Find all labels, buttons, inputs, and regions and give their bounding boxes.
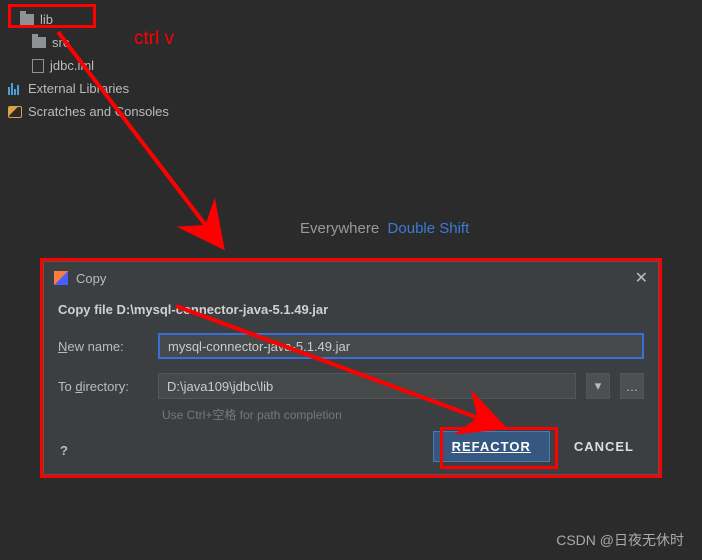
tree-label: src <box>52 35 69 50</box>
tree-item-external-libraries[interactable]: External Libraries <box>0 77 220 100</box>
annotation-ctrl-v: ctrl v <box>134 28 174 50</box>
folder-icon <box>32 37 46 48</box>
search-everywhere-hint: Everywhere Double Shift <box>300 220 469 237</box>
everywhere-label: Everywhere <box>300 220 379 237</box>
file-icon <box>32 59 44 73</box>
tree-label: jdbc.iml <box>50 58 94 73</box>
dialog-title: Copy <box>76 271 106 286</box>
dialog-heading: Copy file D:\mysql-connector-java-5.1.49… <box>44 294 658 329</box>
watermark: CSDN @日夜无休时 <box>556 530 684 550</box>
to-directory-label: To directory: <box>58 379 148 394</box>
to-directory-row: To directory: ▾ … <box>44 369 658 403</box>
tree-label: Scratches and Consoles <box>28 104 169 119</box>
new-name-input[interactable] <box>158 333 644 359</box>
directory-browse-button[interactable]: … <box>620 373 644 399</box>
to-directory-input[interactable] <box>158 373 576 399</box>
path-completion-hint: Use Ctrl+空格 for path completion <box>44 403 658 423</box>
tree-item-jdbc-iml[interactable]: jdbc.iml <box>0 54 220 77</box>
annotation-box-refactor <box>440 427 558 469</box>
annotation-box-lib <box>8 4 96 28</box>
directory-dropdown[interactable]: ▾ <box>586 373 610 399</box>
copy-dialog: Copy ✕ Copy file D:\mysql-connector-java… <box>43 261 659 475</box>
dialog-titlebar: Copy ✕ <box>44 262 658 294</box>
scratches-icon <box>8 106 22 118</box>
tree-label: External Libraries <box>28 81 129 96</box>
cancel-button[interactable]: CANCEL <box>564 432 644 461</box>
close-icon[interactable]: ✕ <box>635 268 648 288</box>
new-name-row: New name: <box>44 329 658 363</box>
double-shift-label: Double Shift <box>388 220 470 237</box>
tree-item-src[interactable]: src <box>0 31 220 54</box>
tree-item-scratches[interactable]: Scratches and Consoles <box>0 100 220 123</box>
intellij-icon <box>54 271 68 285</box>
library-icon <box>8 83 22 95</box>
new-name-label: New name: <box>58 339 148 354</box>
help-button[interactable]: ? <box>60 443 68 458</box>
